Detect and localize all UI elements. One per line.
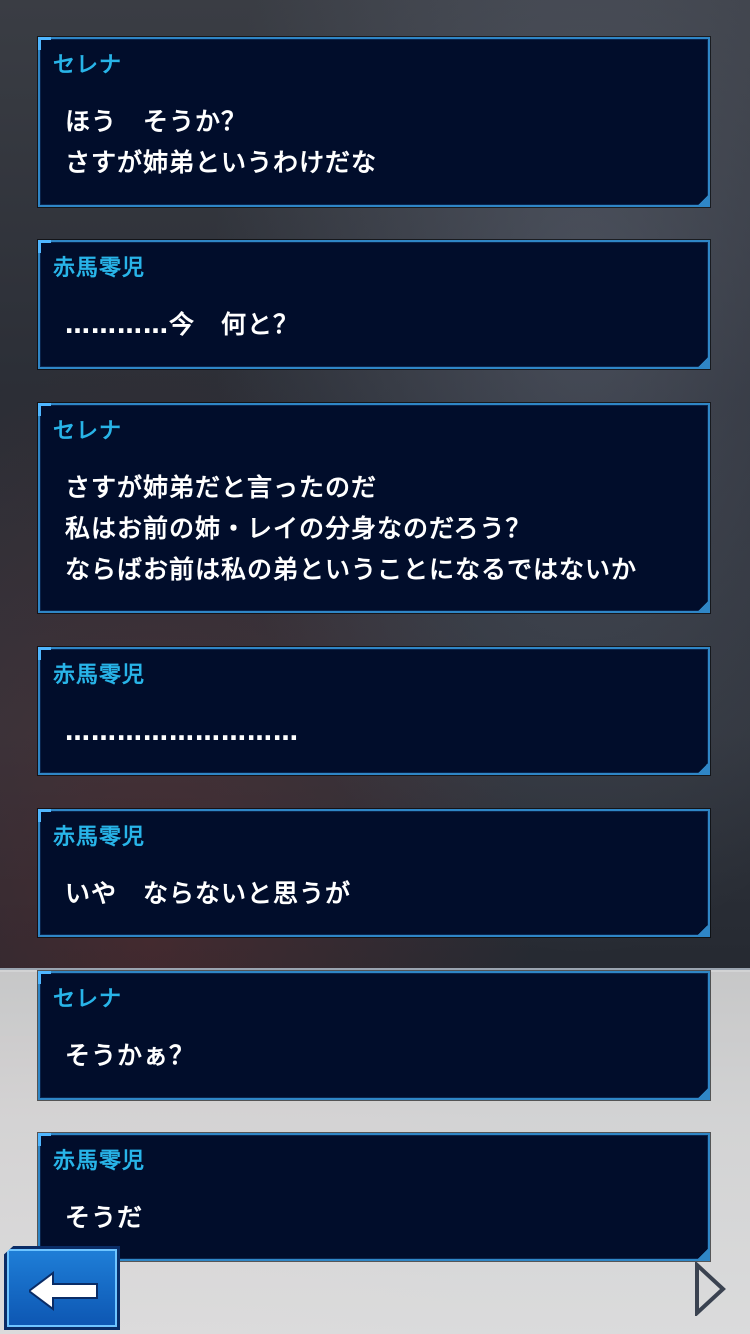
dialogue-text: さすが姉弟だと言ったのだ 私はお前の姉・レイの分身なのだろう？ ならばお前は私の… (65, 473, 638, 584)
speaker-name: セレナ (53, 419, 123, 444)
dialogue-entry: セレナ そうかぁ？ (38, 971, 710, 1100)
dialogue-text: ほう そうか？ さすが姉弟というわけだな (65, 107, 378, 177)
dialogue-entry: 赤馬零児 そうだ (38, 1133, 710, 1261)
speaker-name: 赤馬零児 (53, 256, 146, 281)
left-arrow-icon (29, 1271, 98, 1311)
back-button[interactable] (4, 1246, 120, 1330)
speaker-name: 赤馬零児 (53, 1149, 146, 1174)
dialogue-text: そうだ (65, 1203, 144, 1232)
dialogue-entry: セレナ ほう そうか？ さすが姉弟というわけだな (38, 37, 710, 207)
speaker-name: 赤馬零児 (53, 663, 146, 688)
dialogue-entry: 赤馬零児 ……………………… (38, 647, 710, 775)
speaker-name: セレナ (53, 53, 123, 78)
dialogue-text: ……………………… (65, 717, 299, 746)
dialogue-entry: 赤馬零児 いや ならないと思うが (38, 809, 710, 937)
dialogue-text: …………今 何と？ (65, 310, 300, 339)
speaker-name: 赤馬零児 (53, 825, 146, 850)
dialogue-text: そうかぁ？ (65, 1041, 196, 1070)
dialogue-entry: 赤馬零児 …………今 何と？ (38, 240, 710, 369)
dialogue-entry: セレナ さすが姉弟だと言ったのだ 私はお前の姉・レイの分身なのだろう？ ならばお… (38, 403, 710, 613)
dialogue-text: いや ならないと思うが (65, 879, 352, 908)
right-triangle-icon[interactable] (694, 1262, 726, 1316)
speaker-name: セレナ (53, 987, 123, 1012)
